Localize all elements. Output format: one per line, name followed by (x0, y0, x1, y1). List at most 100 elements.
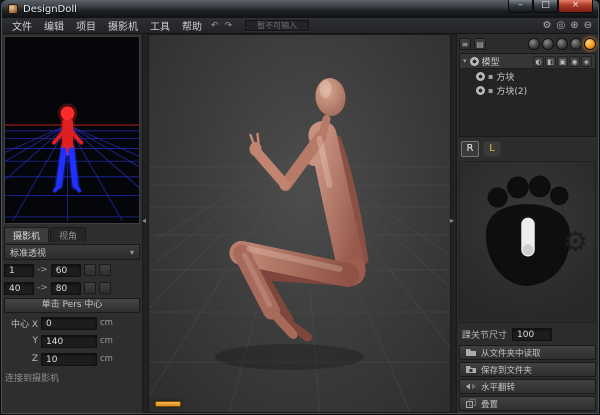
tree-item-block-1[interactable]: ▪ 方块 (460, 69, 595, 83)
preview-grid-and-doll (5, 37, 139, 221)
folder-open-icon (466, 348, 476, 357)
unit-label: cm (100, 318, 113, 328)
pin-icon[interactable]: ◧ (545, 56, 556, 67)
perspective-value: 标准透视 (10, 246, 46, 259)
menu-project[interactable]: 项目 (70, 17, 102, 34)
collapse-right-icon[interactable]: ▸ (450, 216, 454, 225)
center-x-label: 中心 X (4, 317, 38, 330)
status-input[interactable]: 暂不可输入 (245, 20, 309, 31)
center-x-field[interactable]: 0 (41, 317, 97, 330)
ankle-size-row: 踝关节尺寸 100 (459, 325, 596, 343)
fov2-to-field[interactable]: 80 (51, 282, 81, 295)
left-panel-tabs: 摄影机 视角 (4, 227, 140, 242)
mirror-icon[interactable]: ◈ (581, 56, 592, 67)
window-controls: – □ × (508, 0, 593, 13)
cube-icon: ▪ (488, 86, 493, 95)
fov1-to-field[interactable]: 60 (51, 264, 81, 277)
scene-tree: ▾ 模型 ◐ ◧ ▣ ◉ ◈ ▪ 方块 (459, 53, 596, 137)
perspective-dropdown[interactable]: 标准透视 ▾ (4, 244, 140, 260)
fov2-from-field[interactable]: 40 (4, 282, 34, 295)
hand-part-icon[interactable] (542, 38, 554, 50)
center-x-row: 中心 X 0 cm (4, 315, 140, 331)
undo-icon[interactable]: ↶ (208, 21, 222, 31)
minimize-button[interactable]: – (508, 0, 533, 13)
fov1-stepper-down[interactable] (99, 264, 111, 276)
doll-part-icon[interactable] (528, 38, 540, 50)
tree-item-label: 方块(2) (496, 84, 527, 97)
menu-tools[interactable]: 工具 (144, 17, 176, 34)
overlay-button[interactable]: 叠置 (459, 396, 596, 411)
app-icon (8, 4, 18, 14)
camera-preview-viewport[interactable] (4, 36, 140, 224)
button-label: 叠置 (481, 398, 498, 410)
fov1-stepper-up[interactable] (84, 264, 96, 276)
fov2-stepper-up[interactable] (84, 282, 96, 294)
foot-action-buttons: 从文件夹中读取 保存到文件夹 水平翻转 (459, 345, 596, 411)
load-from-folder-button[interactable]: 从文件夹中读取 (459, 345, 596, 360)
foot-settings-gear-icon[interactable]: ⚙ (563, 228, 588, 256)
viewport-scale-handle[interactable] (155, 401, 181, 407)
foot-part-icon[interactable] (556, 38, 568, 50)
stack-icon (466, 399, 476, 408)
side-select-row: R L (459, 139, 596, 159)
model-panel-toolbar: ≡ ▤ (459, 36, 596, 51)
tree-item-model[interactable]: ▾ 模型 ◐ ◧ ▣ ◉ ◈ (460, 54, 595, 69)
designdoll-window: DesignDoll – □ × 文件 编辑 项目 摄影机 工具 帮助 ↶ ↷ … (0, 0, 600, 415)
select-icon[interactable]: ▣ (557, 56, 568, 67)
link-to-camera[interactable]: 连接到摄影机 (4, 369, 140, 386)
center-y-field[interactable]: 140 (41, 335, 97, 348)
button-label: 保存到文件夹 (481, 364, 532, 376)
accessory-part-icon[interactable] (570, 38, 582, 50)
tree-caret-icon[interactable]: ▾ (463, 57, 467, 65)
model-panel: ≡ ▤ ▾ 模型 ◐ ◧ ▣ (456, 34, 598, 413)
visibility-eye-icon[interactable] (476, 86, 485, 95)
lock-icon[interactable]: ◐ (533, 56, 544, 67)
mannequin-figure (149, 35, 450, 412)
zoom-in-icon[interactable]: ⊕ (570, 20, 578, 31)
save-to-folder-button[interactable]: 保存到文件夹 (459, 362, 596, 377)
ankle-size-field[interactable]: 100 (512, 328, 552, 341)
fov1-from-field[interactable]: 1 (4, 264, 34, 277)
tree-item-block-2[interactable]: ▪ 方块(2) (460, 83, 595, 97)
unit-label: cm (100, 336, 113, 346)
fov2-stepper-down[interactable] (99, 282, 111, 294)
tree-item-label: 模型 (482, 55, 500, 68)
tab-camera[interactable]: 摄影机 (4, 227, 49, 242)
pers-center-button[interactable]: 单击 Pers 中心 (4, 298, 140, 313)
right-splitter[interactable]: ▸ (451, 34, 456, 413)
menu-edit[interactable]: 编辑 (38, 17, 70, 34)
menu-camera[interactable]: 摄影机 (102, 17, 144, 34)
gear-icon[interactable]: ⚙ (543, 20, 552, 31)
arrow-label: -> (37, 283, 48, 293)
target-icon[interactable]: ◉ (569, 56, 580, 67)
fov-row-2: 40 -> 80 (4, 280, 140, 296)
menu-file[interactable]: 文件 (6, 17, 38, 34)
visibility-eye-icon[interactable] (476, 72, 485, 81)
menubar: 文件 编辑 项目 摄影机 工具 帮助 ↶ ↷ 暂不可输入 ⚙ ◎ ⊕ ⊖ (2, 18, 598, 34)
left-side-button[interactable]: L (483, 141, 501, 157)
filter-icon[interactable]: ▤ (474, 38, 486, 50)
list-icon[interactable]: ≡ (459, 38, 471, 50)
zoom-out-icon[interactable]: ⊖ (584, 20, 592, 31)
collapse-left-icon[interactable]: ◂ (142, 216, 146, 225)
visibility-eye-icon[interactable] (470, 57, 479, 66)
foot-editor[interactable]: ⚙ (459, 161, 596, 323)
maximize-button[interactable]: □ (533, 0, 558, 13)
menubar-tool-icons: ⚙ ◎ ⊕ ⊖ (543, 20, 594, 31)
tab-view-angle[interactable]: 视角 (50, 227, 86, 242)
main-3d-viewport[interactable] (148, 34, 451, 413)
redo-icon[interactable]: ↷ (222, 21, 236, 31)
chevron-down-icon: ▾ (130, 248, 134, 257)
active-part-icon[interactable] (584, 38, 596, 50)
titlebar[interactable]: DesignDoll – □ × (2, 0, 598, 18)
orbit-icon[interactable]: ◎ (556, 20, 565, 31)
center-z-field[interactable]: 10 (41, 353, 97, 366)
right-side-button[interactable]: R (461, 141, 479, 157)
close-button[interactable]: × (558, 0, 593, 13)
menu-help[interactable]: 帮助 (176, 17, 208, 34)
tree-item-label: 方块 (496, 70, 514, 83)
window-title: DesignDoll (23, 4, 77, 15)
cube-icon: ▪ (488, 72, 493, 81)
center-y-label: Y (4, 336, 38, 346)
flip-horizontal-button[interactable]: 水平翻转 (459, 379, 596, 394)
